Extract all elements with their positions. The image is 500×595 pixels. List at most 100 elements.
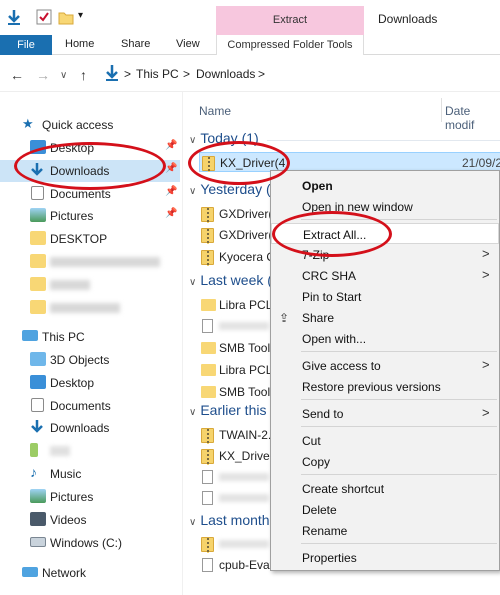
new-folder-icon[interactable] xyxy=(58,9,74,25)
tab-view[interactable]: View xyxy=(176,38,200,50)
folder-icon xyxy=(30,443,38,457)
nav-redacted-folder[interactable] xyxy=(0,274,180,296)
nav-label: Network xyxy=(42,566,87,580)
nav-pc-videos[interactable]: Videos xyxy=(0,509,180,531)
tab-compressed-folder-tools[interactable]: Compressed Folder Tools xyxy=(216,35,364,55)
menu-item-extract-all[interactable]: Extract All... xyxy=(271,223,499,244)
menu-item-share[interactable]: ⇪ Share xyxy=(271,307,499,328)
nav-quick-access[interactable]: ★ Quick access xyxy=(0,114,180,136)
context-group-title: Extract xyxy=(272,14,308,26)
tab-home[interactable]: Home xyxy=(65,38,94,50)
pin-icon[interactable]: 📌 xyxy=(165,208,177,219)
group-header-today[interactable]: ∨ Today (1) xyxy=(189,130,259,146)
group-header-earlier[interactable]: ∨ Earlier this xyxy=(189,402,266,418)
recent-locations-icon[interactable]: ∨ xyxy=(60,70,67,81)
menu-item-properties[interactable]: Properties xyxy=(271,547,499,568)
file-name: KX_Driver xyxy=(219,449,274,463)
menu-item-open-new-window[interactable]: Open in new window xyxy=(271,196,499,217)
chevron-down-icon: ∨ xyxy=(189,407,197,418)
nav-label: Downloads xyxy=(50,164,110,178)
zip-folder-icon xyxy=(201,449,214,465)
group-header-last-week[interactable]: ∨ Last week ( xyxy=(189,272,272,288)
menu-item-copy[interactable]: Copy xyxy=(271,451,499,472)
redacted-file-name xyxy=(219,494,269,502)
menu-item-give-access[interactable]: Give access to > xyxy=(271,355,499,376)
group-label: Earlier this xyxy=(200,402,267,418)
folder-icon xyxy=(30,254,46,268)
nav-pc-music[interactable]: ♪ Music xyxy=(0,463,180,485)
nav-network[interactable]: Network xyxy=(0,562,180,584)
pin-icon[interactable]: 📌 xyxy=(165,140,177,151)
redacted-file-name xyxy=(219,540,269,548)
nav-quick-desktop[interactable]: Desktop 📌 xyxy=(0,137,180,159)
menu-item-create-shortcut[interactable]: Create shortcut xyxy=(271,478,499,499)
nav-quick-desktop-folder[interactable]: DESKTOP xyxy=(0,228,180,250)
nav-pc-drive-c[interactable]: Windows (C:) xyxy=(0,532,180,554)
menu-label: Rename xyxy=(302,524,348,538)
nav-redacted-item[interactable] xyxy=(0,440,180,462)
column-separator[interactable] xyxy=(441,98,442,122)
menu-label: Open xyxy=(302,179,333,193)
menu-separator xyxy=(301,219,497,220)
zip-folder-icon xyxy=(201,428,214,444)
nav-quick-pictures[interactable]: Pictures 📌 xyxy=(0,205,180,227)
group-header-last-month[interactable]: ∨ Last month xyxy=(189,512,270,528)
menu-label: Pin to Start xyxy=(302,290,362,304)
customize-toolbar-icon[interactable]: ▾ xyxy=(78,10,94,26)
chevron-down-icon: ∨ xyxy=(189,186,197,197)
menu-item-open-with[interactable]: Open with... xyxy=(271,328,499,349)
menu-item-open[interactable]: Open xyxy=(271,175,499,196)
address-field[interactable]: > This PC > Downloads > xyxy=(100,63,500,85)
documents-icon xyxy=(31,186,44,200)
menu-item-cut[interactable]: Cut xyxy=(271,430,499,451)
download-arrow-icon xyxy=(30,420,46,434)
music-icon: ♪ xyxy=(30,464,37,480)
nav-pc-pictures[interactable]: Pictures xyxy=(0,486,180,508)
menu-item-crc-sha[interactable]: CRC SHA > xyxy=(271,265,499,286)
nav-label: Documents xyxy=(50,187,111,201)
menu-item-restore-versions[interactable]: Restore previous versions xyxy=(271,376,499,397)
nav-pc-3d-objects[interactable]: 3D Objects xyxy=(0,349,180,371)
tab-share[interactable]: Share xyxy=(121,38,150,50)
redacted-file-name xyxy=(219,322,269,330)
back-arrow-icon[interactable]: ← xyxy=(10,67,24,83)
file-icon xyxy=(202,470,213,484)
menu-item-pin-to-start[interactable]: Pin to Start xyxy=(271,286,499,307)
menu-item-send-to[interactable]: Send to > xyxy=(271,403,499,424)
tab-file[interactable]: File xyxy=(0,35,52,55)
drive-icon xyxy=(30,537,46,547)
menu-label: Cut xyxy=(302,434,321,448)
redacted-label xyxy=(50,257,160,267)
nav-redacted-folder[interactable] xyxy=(0,251,180,273)
nav-this-pc[interactable]: This PC xyxy=(0,326,180,348)
forward-arrow-icon[interactable]: → xyxy=(36,67,50,83)
menu-item-7zip[interactable]: 7-Zip > xyxy=(271,244,499,265)
breadcrumb-this-pc[interactable]: This PC xyxy=(136,67,179,81)
file-row-kx-driver-4[interactable]: KX_Driver(4) 21/09/2022 xyxy=(199,152,500,172)
group-header-yesterday[interactable]: ∨ Yesterday ( xyxy=(189,181,271,197)
desktop-icon xyxy=(30,375,46,389)
redacted-label xyxy=(50,280,90,290)
chevron-down-icon: ∨ xyxy=(189,277,197,288)
nav-pc-documents[interactable]: Documents xyxy=(0,395,180,417)
nav-quick-documents[interactable]: Documents 📌 xyxy=(0,183,180,205)
pin-icon[interactable]: 📌 xyxy=(165,163,177,174)
download-arrow-icon[interactable] xyxy=(6,9,22,25)
nav-label: Music xyxy=(50,467,82,481)
properties-check-icon[interactable] xyxy=(36,9,52,25)
column-header-name[interactable]: Name xyxy=(199,104,231,118)
up-arrow-icon[interactable]: ↑ xyxy=(80,67,87,83)
chevron-down-icon: ∨ xyxy=(189,517,197,528)
breadcrumb-downloads[interactable]: Downloads xyxy=(196,67,255,81)
zip-folder-icon xyxy=(201,228,214,244)
3d-objects-icon xyxy=(30,352,46,366)
pin-icon[interactable]: 📌 xyxy=(165,186,177,197)
nav-label: Pictures xyxy=(50,209,94,223)
nav-pc-desktop[interactable]: Desktop xyxy=(0,372,180,394)
column-header-date[interactable]: Date modif xyxy=(445,104,500,132)
nav-pc-downloads[interactable]: Downloads xyxy=(0,417,180,439)
menu-item-rename[interactable]: Rename xyxy=(271,520,499,541)
nav-quick-downloads[interactable]: Downloads 📌 xyxy=(0,160,180,182)
menu-item-delete[interactable]: Delete xyxy=(271,499,499,520)
nav-redacted-folder[interactable] xyxy=(0,297,180,319)
